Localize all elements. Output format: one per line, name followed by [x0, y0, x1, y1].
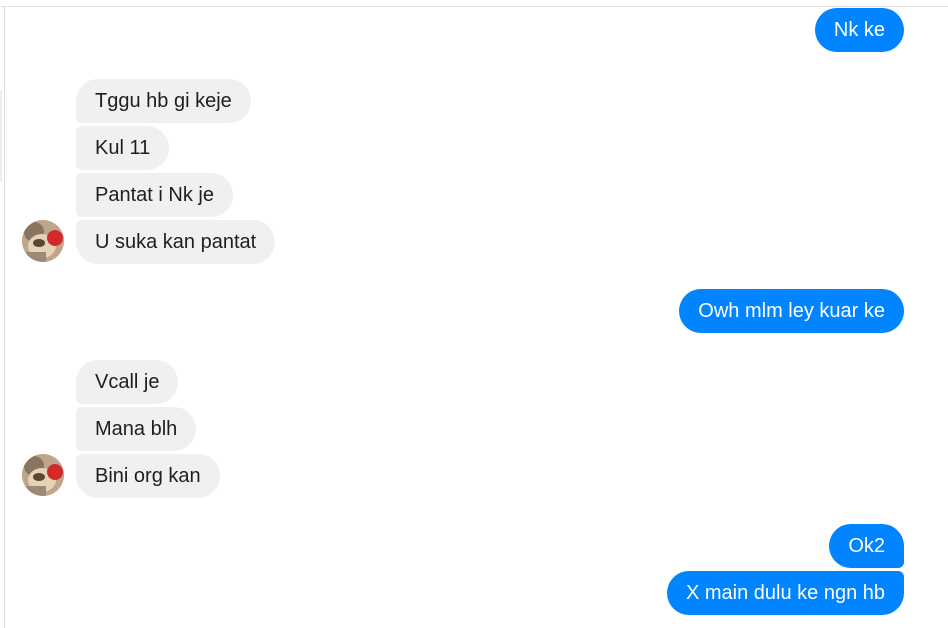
left-divider — [4, 6, 5, 628]
message-incoming[interactable]: U suka kan pantat — [76, 220, 276, 264]
message-outgoing[interactable]: X main dulu ke ngn hb — [666, 571, 904, 615]
sender-avatar[interactable] — [22, 454, 64, 496]
top-divider — [0, 6, 948, 7]
message-incoming[interactable]: Kul 11 — [76, 126, 170, 170]
scroll-edge — [0, 90, 2, 182]
message-incoming[interactable]: Mana blh — [76, 407, 197, 451]
avatar-photo-icon — [22, 454, 64, 496]
sender-avatar[interactable] — [22, 220, 64, 262]
chat-thread: Nk ke Tggu hb gi keje Kul 11 Pantat i Nk… — [0, 0, 948, 628]
message-outgoing[interactable]: Nk ke — [814, 8, 904, 52]
message-incoming[interactable]: Pantat i Nk je — [76, 173, 233, 217]
message-incoming[interactable]: Bini org kan — [76, 454, 220, 498]
message-outgoing[interactable]: Ok2 — [829, 524, 904, 568]
message-outgoing[interactable]: Owh mlm ley kuar ke — [679, 289, 904, 333]
message-incoming[interactable]: Vcall je — [76, 360, 179, 404]
message-incoming[interactable]: Tggu hb gi keje — [76, 79, 251, 123]
avatar-photo-icon — [22, 220, 64, 262]
